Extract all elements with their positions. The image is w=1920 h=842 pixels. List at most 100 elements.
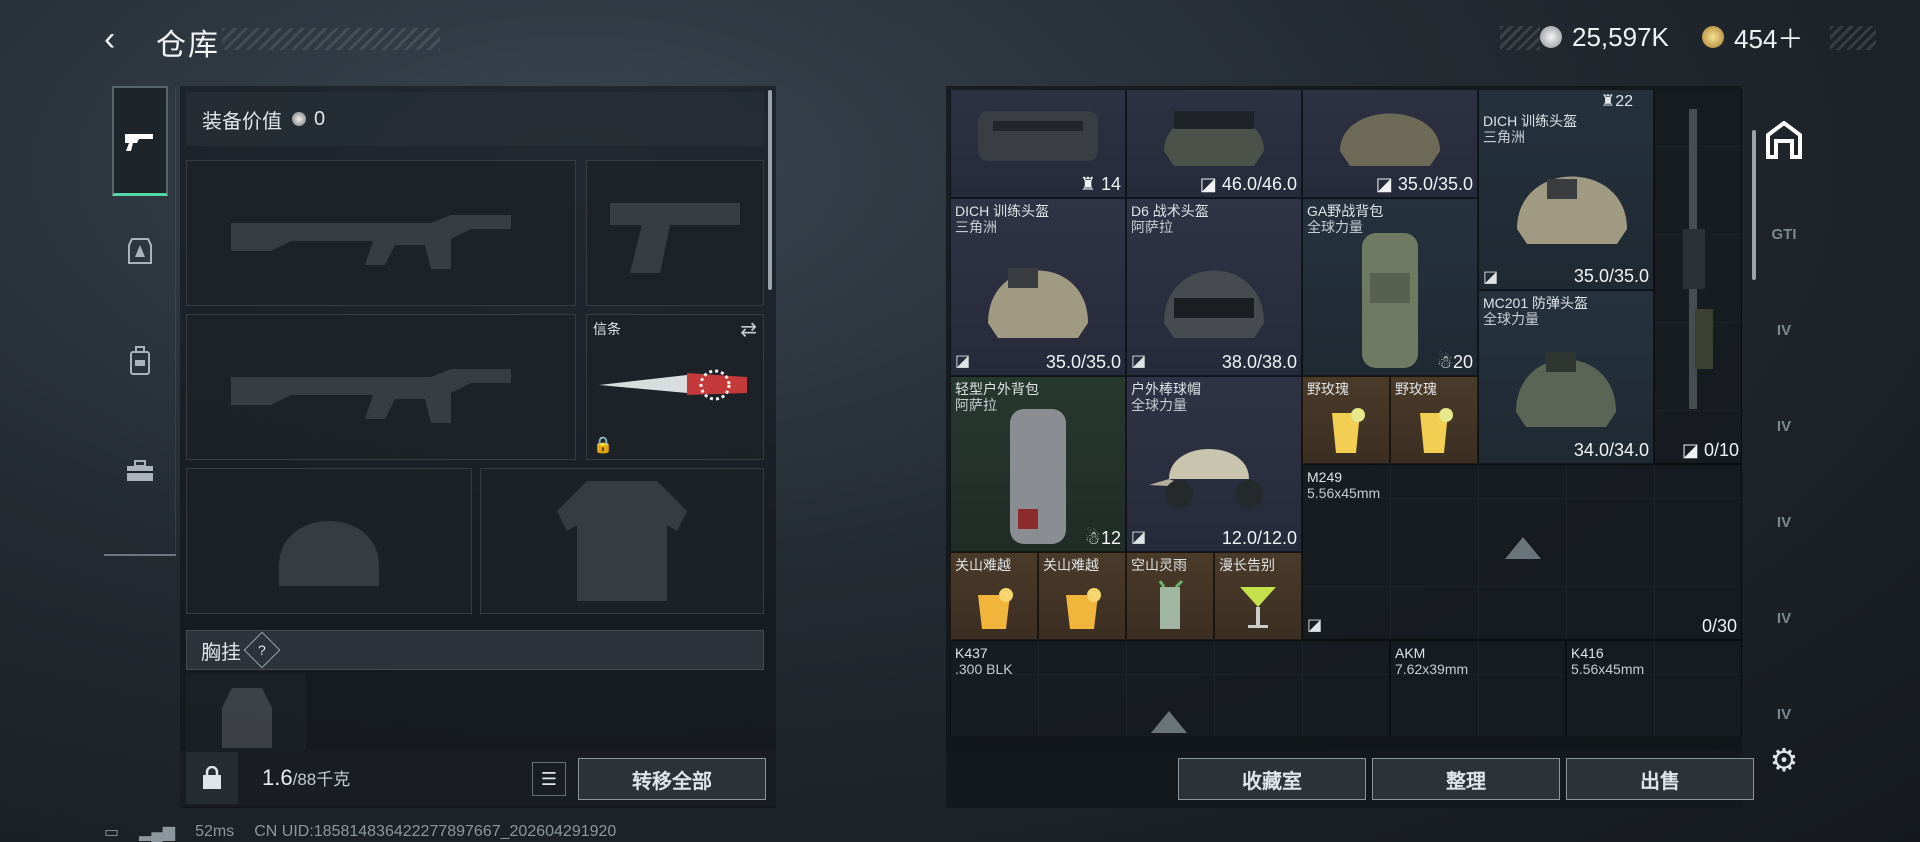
- transfer-all-button[interactable]: 转移全部: [578, 758, 766, 800]
- stash-item-helmet-mc201[interactable]: MC201 防弹头盔 全球力量 34.0/34.0: [1478, 290, 1654, 464]
- item-name: 关山难越: [1043, 557, 1099, 573]
- lock-button[interactable]: [186, 752, 238, 804]
- stash-item-helmet-dich[interactable]: DICH 训练头盔 三角洲 ◪ 35.0/35.0: [950, 198, 1126, 376]
- primary-weapon-slot[interactable]: [186, 160, 576, 306]
- stash-tab-gti[interactable]: GTI: [1760, 210, 1808, 258]
- armor-icon: ◪: [1131, 529, 1147, 546]
- sell-button[interactable]: 出售: [1566, 758, 1754, 800]
- backpack-icon: [1362, 232, 1418, 368]
- stash-item-helmet[interactable]: ◪ 35.0/35.0: [1302, 90, 1478, 198]
- stash-tab-iv-2[interactable]: IV: [1760, 402, 1808, 450]
- cocktail-icon: [1066, 588, 1101, 630]
- top-bar: ‹ 仓库 25,597K 454＋: [0, 0, 1920, 80]
- stash-tab-iv-3[interactable]: IV: [1760, 498, 1808, 546]
- settings-gear-icon[interactable]: ⚙: [1764, 740, 1804, 780]
- secondary-weapon-slot[interactable]: [186, 314, 576, 460]
- helmet-icon: [1164, 270, 1264, 338]
- item-caliber: 5.56x45mm: [1571, 661, 1645, 677]
- item-name: MC201 防弹头盔: [1483, 295, 1589, 311]
- stash-item-akm[interactable]: AKM 7.62x39mm: [1390, 640, 1566, 736]
- cocktail-icon: [1420, 408, 1453, 454]
- capacity: ☃20: [1436, 352, 1473, 372]
- durability: 34.0/34.0: [1573, 440, 1649, 460]
- stash-tab-iv-4[interactable]: IV: [1760, 594, 1808, 642]
- helmet-silhouette-icon: [279, 521, 379, 586]
- list-icon[interactable]: ☰: [532, 762, 566, 796]
- durability: 38.0/38.0: [1221, 352, 1297, 372]
- stash-item-rifle[interactable]: ◪ 0/10: [1654, 90, 1742, 464]
- stash-tab-iv-5[interactable]: IV: [1760, 690, 1808, 738]
- cap-icon: [1149, 449, 1263, 509]
- pistol-silhouette-icon: [610, 203, 740, 273]
- helmet-icon: [1517, 176, 1627, 244]
- stash-main-tab-icon[interactable]: [1760, 116, 1808, 164]
- pistol-slot[interactable]: [586, 160, 764, 306]
- loadout-tabs: [104, 86, 176, 556]
- weapon-tab-icon[interactable]: [112, 86, 168, 196]
- stash-item-m249[interactable]: M249 5.56x45mm ◪ 0/30: [1302, 464, 1742, 640]
- stash-item-backpack-light[interactable]: 轻型户外背包 阿萨拉 ☃12: [950, 376, 1126, 552]
- battery-icon: ▭: [104, 824, 120, 841]
- backpack-icon: [1010, 409, 1066, 545]
- collection-room-button[interactable]: 收藏室: [1178, 758, 1366, 800]
- rifle-silhouette-icon: [231, 215, 511, 269]
- item-name: K416: [1571, 645, 1604, 661]
- chest-rig-slot[interactable]: [186, 674, 306, 754]
- stash-item-drink[interactable]: 漫长告别: [1214, 552, 1302, 640]
- toolbox-tab-icon[interactable]: [112, 416, 168, 526]
- stash-item-drink[interactable]: 野玫瑰: [1390, 376, 1478, 464]
- item-name: D6 战术头盔: [1131, 203, 1209, 219]
- coin-icon: [1540, 26, 1562, 48]
- stash-item-cap[interactable]: 户外棒球帽 全球力量 ◪ 12.0/12.0: [1126, 376, 1302, 552]
- cocktail-icon: [1158, 580, 1184, 630]
- currency-secondary[interactable]: 454＋: [1702, 22, 1803, 54]
- weapon-placeholder-icon: [1151, 711, 1187, 733]
- stash-item-helmet-dich[interactable]: DICH 训练头盔 三角洲 ♜22 ◪ 35.0/35.0: [1478, 90, 1654, 290]
- equipment-value: 0: [292, 108, 325, 131]
- melee-slot[interactable]: 信条 ⇄ 🔒: [586, 314, 764, 460]
- armor-slot[interactable]: [480, 468, 764, 614]
- backpack-tab-icon[interactable]: [112, 306, 168, 416]
- stash-item-helmet-d6[interactable]: D6 战术头盔 阿萨拉 ◪ 38.0/38.0: [1126, 198, 1302, 376]
- weight-max: /88千克: [292, 770, 351, 789]
- item-name: DICH 训练头盔: [1483, 113, 1578, 129]
- helmet-icon: [1516, 352, 1616, 428]
- title-decoration: [222, 28, 440, 50]
- durability: 35.0/35.0: [1045, 352, 1121, 372]
- item-faction: 全球力量: [1131, 397, 1187, 413]
- stash-item-bag[interactable]: ♜ 14: [950, 90, 1126, 198]
- capacity: ☃12: [1084, 528, 1121, 548]
- status-bar: ▭ ▂▄▆ 52ms CN UID:1858148364222778976­67…: [104, 822, 616, 842]
- item-name: 空山灵雨: [1131, 557, 1187, 573]
- item-caliber: .300 BLK: [955, 661, 1013, 677]
- helmet-icon: [1340, 113, 1440, 167]
- rifle-icon: [1683, 109, 1713, 409]
- stash-item-backpack-ga[interactable]: GA野战背包 全球力量 ☃20: [1302, 198, 1478, 376]
- stash-item-helmet[interactable]: ◪ 46.0/46.0: [1126, 90, 1302, 198]
- stash-tab-iv-1[interactable]: IV: [1760, 306, 1808, 354]
- help-icon[interactable]: ?: [243, 631, 281, 669]
- equipment-value-header: 装备价值 0: [186, 92, 764, 146]
- armor-tab-icon[interactable]: [112, 196, 168, 306]
- stack-count: ♜22: [1600, 93, 1633, 110]
- stash-item-k416[interactable]: K416 5.56x45mm: [1566, 640, 1742, 736]
- stash-item-drink[interactable]: 关山难越: [1038, 552, 1126, 640]
- ping-value: 52ms: [195, 823, 235, 840]
- helmet-slot[interactable]: [186, 468, 472, 614]
- stash-item-k437[interactable]: K437 .300 BLK: [950, 640, 1390, 736]
- item-name: M249: [1307, 469, 1343, 485]
- swap-icon[interactable]: ⇄: [740, 317, 757, 342]
- coin-icon: [292, 112, 306, 126]
- currency-primary: 25,597K: [1540, 22, 1669, 52]
- stash-item-drink[interactable]: 关山难越: [950, 552, 1038, 640]
- left-scrollbar[interactable]: [768, 90, 772, 290]
- cocktail-icon: [978, 588, 1013, 630]
- back-icon[interactable]: ‹: [104, 22, 134, 56]
- stash-item-drink[interactable]: 野玫瑰: [1302, 376, 1390, 464]
- stash-tabs: GTI IV IV IV IV IV: [1752, 86, 1812, 726]
- equipment-value-number: 0: [314, 107, 326, 130]
- organize-button[interactable]: 整理: [1372, 758, 1560, 800]
- vest-silhouette-icon: [557, 481, 687, 601]
- stash-item-drink[interactable]: 空山灵雨: [1126, 552, 1214, 640]
- armor-icon: ◪: [1131, 353, 1147, 370]
